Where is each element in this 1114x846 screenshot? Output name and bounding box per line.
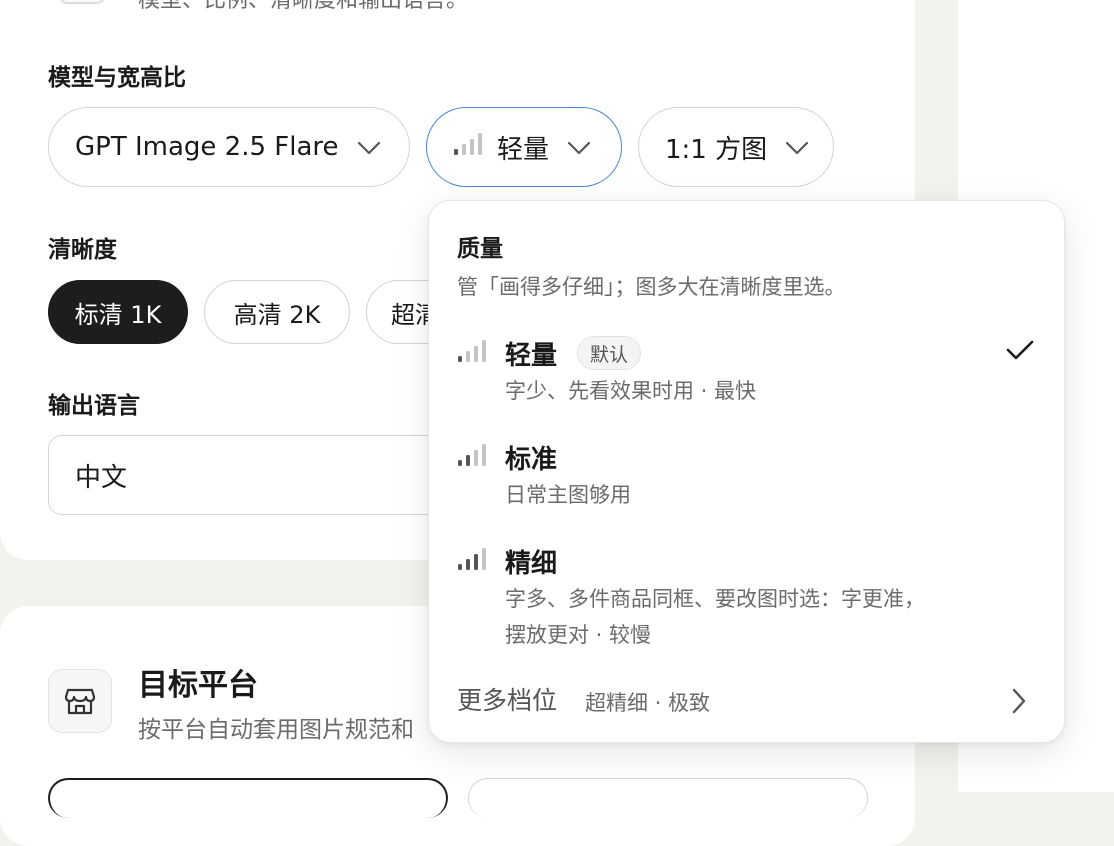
chevron-down-icon <box>567 132 591 162</box>
section-icon <box>58 0 106 4</box>
platform-option[interactable] <box>468 778 868 818</box>
quality-selector-value: 轻量 <box>497 134 550 165</box>
model-section-label: 模型与宽高比 <box>48 65 186 91</box>
quality-option-light[interactable]: 轻量 默认 字少、先看效果时用 · 最快 <box>429 329 1064 413</box>
aspect-ratio-selector[interactable]: 1:1 方图 <box>638 107 834 187</box>
option-subtitle: 日常主图够用 <box>505 483 631 507</box>
option-name: 标准 <box>505 445 558 475</box>
output-language-label: 输出语言 <box>48 393 140 419</box>
option-subtitle: 字多、多件商品同框、要改图时选：字更准， <box>505 587 925 611</box>
check-icon <box>1005 339 1035 365</box>
dropdown-description: 管「画得多仔细」；图多大在清晰度里选。 <box>457 275 846 299</box>
platform-title: 目标平台 <box>138 668 258 703</box>
more-levels-sub: 超精细 · 极致 <box>585 691 711 715</box>
model-selector-value: GPT Image 2.5 Flare <box>75 132 339 162</box>
more-levels-label: 更多档位 <box>457 686 558 715</box>
signal-strength-icon <box>457 339 487 367</box>
aspect-ratio-selector-value: 1:1 方图 <box>665 134 768 165</box>
quality-dropdown: 质量 管「画得多仔细」；图多大在清晰度里选。 轻量 默认 字少、先看效果时用 ·… <box>428 200 1065 743</box>
resolution-option-2k[interactable]: 高清 2K <box>204 280 350 344</box>
chevron-down-icon <box>357 132 381 162</box>
quality-option-fine[interactable]: 精细 字多、多件商品同框、要改图时选：字更准， 摆放更对 · 较慢 <box>429 537 1064 657</box>
output-language-value: 中文 <box>75 462 128 493</box>
section-description: 模型、比例、清晰度和输出语言。 <box>138 0 469 13</box>
signal-strength-icon <box>457 547 487 575</box>
chevron-down-icon <box>785 132 809 162</box>
resolution-label: 清晰度 <box>48 237 117 263</box>
option-subtitle: 摆放更对 · 较慢 <box>505 623 652 647</box>
dropdown-title: 质量 <box>457 236 503 262</box>
signal-strength-icon <box>457 443 487 471</box>
option-name: 轻量 <box>505 341 558 371</box>
store-icon <box>48 669 112 733</box>
chevron-right-icon <box>1011 687 1027 719</box>
resolution-option-1k[interactable]: 标清 1K <box>48 280 188 344</box>
quality-option-standard[interactable]: 标准 日常主图够用 <box>429 433 1064 517</box>
default-badge: 默认 <box>577 336 642 370</box>
quality-selector[interactable]: 轻量 <box>426 107 622 187</box>
platform-description: 按平台自动套用图片规范和 <box>138 717 414 743</box>
option-subtitle: 字少、先看效果时用 · 最快 <box>505 379 757 403</box>
signal-strength-icon <box>453 132 483 163</box>
more-levels-row[interactable]: 更多档位 超精细 · 极致 <box>429 681 1064 721</box>
platform-option[interactable] <box>48 778 448 818</box>
model-selector[interactable]: GPT Image 2.5 Flare <box>48 107 410 187</box>
option-name: 精细 <box>505 549 558 579</box>
